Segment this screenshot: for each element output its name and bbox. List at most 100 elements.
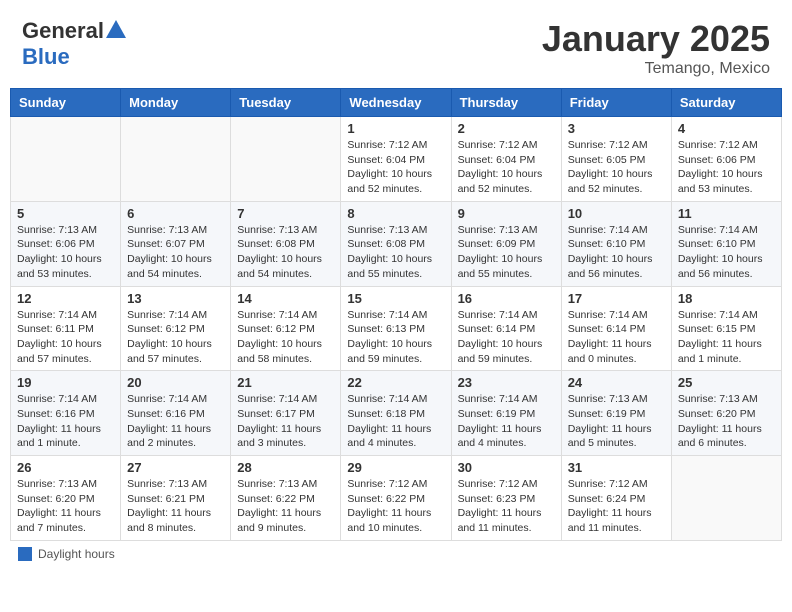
logo-general-text: General	[22, 18, 104, 44]
calendar-day-cell: 18 Sunrise: 7:14 AM Sunset: 6:15 PM Dayli…	[671, 286, 781, 371]
calendar-day-cell: 14Sunrise: 7:14 AM Sunset: 6:12 PM Dayli…	[231, 286, 341, 371]
day-info: Sunrise: 7:13 AM Sunset: 6:20 PM Dayligh…	[678, 392, 775, 451]
calendar-day-cell: 6 Sunrise: 7:13 AM Sunset: 6:07 PM Daylig…	[121, 201, 231, 286]
day-info: Sunrise: 7:14 AM Sunset: 6:11 PM Dayligh…	[17, 308, 114, 367]
calendar-day-cell: 3 Sunrise: 7:12 AM Sunset: 6:05 PM Daylig…	[561, 117, 671, 202]
location: Temango, Mexico	[542, 60, 770, 78]
calendar-day-cell	[231, 117, 341, 202]
calendar-day-cell: 22Sunrise: 7:14 AM Sunset: 6:18 PM Dayli…	[341, 371, 451, 456]
calendar-week-row: 5 Sunrise: 7:13 AM Sunset: 6:06 PM Daylig…	[11, 201, 782, 286]
calendar-header-cell: Monday	[121, 89, 231, 117]
calendar-day-cell: 24Sunrise: 7:13 AM Sunset: 6:19 PM Dayli…	[561, 371, 671, 456]
day-info: Sunrise: 7:12 AM Sunset: 6:04 PM Dayligh…	[458, 138, 555, 197]
day-info: Sunrise: 7:13 AM Sunset: 6:19 PM Dayligh…	[568, 392, 665, 451]
calendar-day-cell	[121, 117, 231, 202]
logo-triangle-icon	[106, 20, 126, 38]
day-number: 19	[17, 375, 114, 390]
day-number: 16	[458, 291, 555, 306]
day-info: Sunrise: 7:14 AM Sunset: 6:13 PM Dayligh…	[347, 308, 444, 367]
calendar-day-cell: 20Sunrise: 7:14 AM Sunset: 6:16 PM Dayli…	[121, 371, 231, 456]
calendar-day-cell: 19 Sunrise: 7:14 AM Sunset: 6:16 PM Dayli…	[11, 371, 121, 456]
calendar-week-row: 1Sunrise: 7:12 AM Sunset: 6:04 PM Daylig…	[11, 117, 782, 202]
calendar-day-cell: 21 Sunrise: 7:14 AM Sunset: 6:17 PM Dayli…	[231, 371, 341, 456]
calendar-header-cell: Friday	[561, 89, 671, 117]
day-number: 4	[678, 121, 775, 136]
day-info: Sunrise: 7:14 AM Sunset: 6:12 PM Dayligh…	[237, 308, 334, 367]
day-number: 26	[17, 460, 114, 475]
footer: Daylight hours	[10, 547, 782, 561]
day-number: 7	[237, 206, 334, 221]
title-section: January 2025 Temango, Mexico	[542, 18, 770, 78]
calendar-header-cell: Wednesday	[341, 89, 451, 117]
day-number: 21	[237, 375, 334, 390]
logo-blue-text: Blue	[22, 44, 70, 70]
calendar-day-cell: 16 Sunrise: 7:14 AM Sunset: 6:14 PM Dayli…	[451, 286, 561, 371]
day-info: Sunrise: 7:12 AM Sunset: 6:23 PM Dayligh…	[458, 477, 555, 536]
day-number: 31	[568, 460, 665, 475]
day-info: Sunrise: 7:13 AM Sunset: 6:08 PM Dayligh…	[237, 223, 334, 282]
day-info: Sunrise: 7:12 AM Sunset: 6:05 PM Dayligh…	[568, 138, 665, 197]
calendar-day-cell: 12 Sunrise: 7:14 AM Sunset: 6:11 PM Dayli…	[11, 286, 121, 371]
day-info: Sunrise: 7:12 AM Sunset: 6:22 PM Dayligh…	[347, 477, 444, 536]
day-info: Sunrise: 7:14 AM Sunset: 6:16 PM Dayligh…	[127, 392, 224, 451]
calendar-day-cell: 26 Sunrise: 7:13 AM Sunset: 6:20 PM Dayli…	[11, 456, 121, 541]
calendar-day-cell: 5 Sunrise: 7:13 AM Sunset: 6:06 PM Daylig…	[11, 201, 121, 286]
calendar-body: 1Sunrise: 7:12 AM Sunset: 6:04 PM Daylig…	[11, 117, 782, 541]
day-info: Sunrise: 7:14 AM Sunset: 6:16 PM Dayligh…	[17, 392, 114, 451]
day-info: Sunrise: 7:14 AM Sunset: 6:10 PM Dayligh…	[678, 223, 775, 282]
day-number: 15	[347, 291, 444, 306]
day-info: Sunrise: 7:13 AM Sunset: 6:22 PM Dayligh…	[237, 477, 334, 536]
day-number: 13	[127, 291, 224, 306]
calendar-week-row: 12 Sunrise: 7:14 AM Sunset: 6:11 PM Dayli…	[11, 286, 782, 371]
day-info: Sunrise: 7:13 AM Sunset: 6:07 PM Dayligh…	[127, 223, 224, 282]
calendar-header-cell: Saturday	[671, 89, 781, 117]
calendar-day-cell: 25 Sunrise: 7:13 AM Sunset: 6:20 PM Dayli…	[671, 371, 781, 456]
day-number: 27	[127, 460, 224, 475]
calendar-day-cell: 4 Sunrise: 7:12 AM Sunset: 6:06 PM Daylig…	[671, 117, 781, 202]
day-number: 5	[17, 206, 114, 221]
calendar-day-cell: 7 Sunrise: 7:13 AM Sunset: 6:08 PM Daylig…	[231, 201, 341, 286]
day-info: Sunrise: 7:13 AM Sunset: 6:08 PM Dayligh…	[347, 223, 444, 282]
calendar-day-cell: 8Sunrise: 7:13 AM Sunset: 6:08 PM Daylig…	[341, 201, 451, 286]
day-number: 6	[127, 206, 224, 221]
day-number: 29	[347, 460, 444, 475]
calendar-day-cell	[11, 117, 121, 202]
calendar-day-cell: 30 Sunrise: 7:12 AM Sunset: 6:23 PM Dayli…	[451, 456, 561, 541]
day-info: Sunrise: 7:14 AM Sunset: 6:19 PM Dayligh…	[458, 392, 555, 451]
day-number: 11	[678, 206, 775, 221]
day-number: 17	[568, 291, 665, 306]
calendar-day-cell: 13Sunrise: 7:14 AM Sunset: 6:12 PM Dayli…	[121, 286, 231, 371]
day-number: 28	[237, 460, 334, 475]
day-info: Sunrise: 7:14 AM Sunset: 6:14 PM Dayligh…	[568, 308, 665, 367]
calendar-day-cell: 28 Sunrise: 7:13 AM Sunset: 6:22 PM Dayli…	[231, 456, 341, 541]
day-number: 12	[17, 291, 114, 306]
day-number: 23	[458, 375, 555, 390]
day-info: Sunrise: 7:12 AM Sunset: 6:06 PM Dayligh…	[678, 138, 775, 197]
calendar-header-cell: Sunday	[11, 89, 121, 117]
calendar-week-row: 19 Sunrise: 7:14 AM Sunset: 6:16 PM Dayli…	[11, 371, 782, 456]
day-info: Sunrise: 7:13 AM Sunset: 6:20 PM Dayligh…	[17, 477, 114, 536]
day-info: Sunrise: 7:14 AM Sunset: 6:14 PM Dayligh…	[458, 308, 555, 367]
day-number: 18	[678, 291, 775, 306]
calendar-day-cell	[671, 456, 781, 541]
day-info: Sunrise: 7:12 AM Sunset: 6:04 PM Dayligh…	[347, 138, 444, 197]
calendar-day-cell: 27 Sunrise: 7:13 AM Sunset: 6:21 PM Dayli…	[121, 456, 231, 541]
calendar-day-cell: 1Sunrise: 7:12 AM Sunset: 6:04 PM Daylig…	[341, 117, 451, 202]
calendar-day-cell: 29 Sunrise: 7:12 AM Sunset: 6:22 PM Dayli…	[341, 456, 451, 541]
day-info: Sunrise: 7:14 AM Sunset: 6:17 PM Dayligh…	[237, 392, 334, 451]
day-number: 22	[347, 375, 444, 390]
day-number: 10	[568, 206, 665, 221]
day-number: 3	[568, 121, 665, 136]
calendar-day-cell: 11 Sunrise: 7:14 AM Sunset: 6:10 PM Dayli…	[671, 201, 781, 286]
calendar-day-cell: 9Sunrise: 7:13 AM Sunset: 6:09 PM Daylig…	[451, 201, 561, 286]
day-number: 25	[678, 375, 775, 390]
day-number: 30	[458, 460, 555, 475]
day-info: Sunrise: 7:14 AM Sunset: 6:15 PM Dayligh…	[678, 308, 775, 367]
calendar: SundayMondayTuesdayWednesdayThursdayFrid…	[10, 88, 782, 541]
day-info: Sunrise: 7:13 AM Sunset: 6:06 PM Dayligh…	[17, 223, 114, 282]
calendar-day-cell: 2Sunrise: 7:12 AM Sunset: 6:04 PM Daylig…	[451, 117, 561, 202]
calendar-day-cell: 10Sunrise: 7:14 AM Sunset: 6:10 PM Dayli…	[561, 201, 671, 286]
day-info: Sunrise: 7:13 AM Sunset: 6:21 PM Dayligh…	[127, 477, 224, 536]
calendar-header-cell: Thursday	[451, 89, 561, 117]
day-info: Sunrise: 7:12 AM Sunset: 6:24 PM Dayligh…	[568, 477, 665, 536]
